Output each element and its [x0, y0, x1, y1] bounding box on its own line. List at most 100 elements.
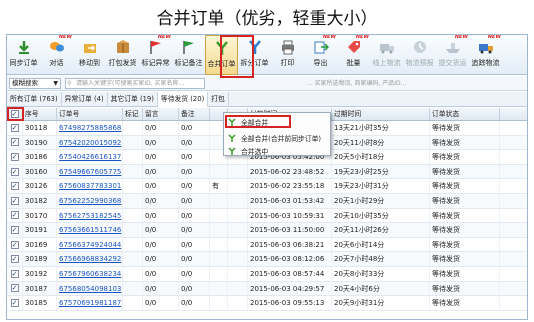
note-flag-icon: [181, 39, 197, 55]
order-number-link[interactable]: 67566968834292: [57, 252, 123, 266]
message-cell: 0/0: [143, 266, 179, 281]
table-row[interactable]: ✓ 30187 67568054098103 0/0 0/0 2015-06-03 04:…: [7, 281, 527, 297]
row-checkbox[interactable]: ✓: [10, 211, 19, 220]
toolbar-button-chat[interactable]: 对话 NEW: [40, 35, 73, 75]
order-tab[interactable]: 其它订单 (19): [108, 92, 158, 107]
table-row[interactable]: ✓ 30169 67566374924044 0/0 0/0 2015-06-03 06:…: [7, 237, 527, 253]
row-checkbox-cell: ✓: [7, 281, 23, 296]
mark-cell: [123, 179, 143, 193]
order-number-link[interactable]: 67540426616137: [57, 150, 123, 164]
paid-time-cell: 2015-06-02 23:48:52: [248, 164, 332, 179]
row-checkbox[interactable]: ✓: [10, 182, 19, 191]
order-number-link[interactable]: 67568054098103: [57, 281, 123, 296]
search-hint: ... 买家所选物流, 商家编码, 产品ID...: [307, 80, 407, 87]
search-input[interactable]: ⚲ 请输入关键字(可搜索买家ID, 买家名称...: [65, 78, 205, 89]
status-cell: 等待发货: [430, 281, 500, 296]
toolbar-button-forecast[interactable]: 物流预报: [403, 35, 436, 75]
column-header[interactable]: 标记: [123, 108, 143, 120]
order-number-link[interactable]: 67563661511746: [57, 223, 123, 237]
column-header[interactable]: 备注: [179, 108, 210, 120]
order-tab[interactable]: 异常订单 (4): [62, 92, 108, 107]
order-tab[interactable]: 所有订单 (763): [7, 92, 62, 107]
row-checkbox[interactable]: ✓: [10, 269, 19, 278]
note-cell: 0/0: [179, 237, 210, 252]
status-cell: 等待发货: [430, 121, 500, 135]
status-cell: 等待发货: [430, 266, 500, 281]
toolbar-button-move-arrow[interactable]: 移动到: [73, 35, 106, 75]
toolbar-button-package[interactable]: 打包发货: [106, 35, 139, 75]
row-checkbox[interactable]: ✓: [10, 152, 19, 161]
toolbar-button-export[interactable]: 导出 NEW: [304, 35, 337, 75]
row-checkbox[interactable]: ✓: [10, 196, 19, 205]
tracking-icon: [478, 39, 494, 55]
printer-icon: [280, 39, 296, 55]
message-cell: 0/0: [143, 296, 179, 310]
order-number-link[interactable]: 67498275885868: [57, 121, 123, 135]
ship-submit-icon: [445, 39, 461, 55]
move-arrow-icon: [82, 39, 98, 55]
table-row[interactable]: ✓ 30170 67562753182545 0/0 0/0 2015-06-03 10:…: [7, 208, 527, 224]
search-mode-select[interactable]: 模糊搜索 ▼: [9, 78, 61, 89]
row-checkbox-cell: ✓: [7, 237, 23, 252]
order-number-link[interactable]: 67542020015092: [57, 135, 123, 150]
row-checkbox[interactable]: ✓: [10, 225, 19, 234]
table-row[interactable]: ✓ 30160 67549667605775 0/0 0/0 2015-06-02 23:…: [7, 164, 527, 180]
message-cell: 0/0: [143, 281, 179, 296]
column-header[interactable]: 留言: [143, 108, 179, 120]
column-header[interactable]: 过期时间: [332, 108, 430, 120]
toolbar-button-note-flag[interactable]: 标记备注: [172, 35, 205, 75]
order-number-link[interactable]: 67549667605775: [57, 164, 123, 179]
toolbar-button-ship-submit[interactable]: 提交货运 NEW: [436, 35, 469, 75]
table-row[interactable]: ✓ 30185 67570691981187 0/0 0/0 2015-06-03 09:…: [7, 296, 527, 311]
status-cell: 等待发货: [430, 135, 500, 150]
row-checkbox[interactable]: ✓: [10, 167, 19, 176]
mark-cell: [123, 121, 143, 135]
order-number-link[interactable]: 67567960638234: [57, 266, 123, 281]
table-row[interactable]: ✓ 30189 67566968834292 0/0 0/0 2015-06-03 08:…: [7, 252, 527, 267]
order-tab[interactable]: 等待发货 (20): [157, 92, 209, 107]
row-checkbox-cell: ✓: [7, 296, 23, 310]
order-number-link[interactable]: 67562753182545: [57, 208, 123, 223]
menu-item-merge-all-sync[interactable]: 全部合并(合并前同步订单): [224, 131, 330, 144]
order-number-link[interactable]: 67566374924044: [57, 237, 123, 252]
table-row[interactable]: ✓ 30182 67562252990368 0/0 0/0 2015-06-03 01:…: [7, 193, 527, 209]
row-checkbox[interactable]: ✓: [10, 298, 19, 307]
toolbar-button-label: 标记备注: [174, 59, 203, 67]
table-row[interactable]: ✓ 30191 67563661511746 0/0 0/0 2015-06-03 11:…: [7, 223, 527, 238]
expire-time-cell: 20天5小时18分: [332, 150, 430, 164]
order-number-link[interactable]: 67560837783301: [57, 179, 123, 193]
seq-cell: 30169: [23, 237, 57, 252]
row-checkbox[interactable]: ✓: [10, 123, 19, 132]
order-number-link[interactable]: 67570691981187: [57, 296, 123, 310]
seq-cell: 30170: [23, 208, 57, 223]
row-checkbox[interactable]: ✓: [10, 255, 19, 264]
toolbar-button-download-arrow[interactable]: 同步订单: [7, 35, 40, 75]
toolbar-button-tracking[interactable]: 追踪物流 NEW: [469, 35, 502, 75]
table-row[interactable]: ✓ 30192 67567960638234 0/0 0/0 2015-06-03 08:…: [7, 266, 527, 282]
order-number-link[interactable]: 67562252990368: [57, 193, 123, 208]
toolbar-button-batch-tag[interactable]: 批量 NEW: [337, 35, 370, 75]
seq-cell: 30192: [23, 266, 57, 281]
menu-item-merge-selected[interactable]: 合并选中: [224, 144, 330, 157]
toolbar-button-label: 对话: [49, 59, 64, 67]
row-checkbox[interactable]: ✓: [10, 284, 19, 293]
flag-cell: [210, 164, 228, 179]
table-row[interactable]: ✓ 30126 67560837783301 0/0 0/0 有 2015-06-02 23…: [7, 179, 527, 194]
status-cell: 等待发货: [430, 237, 500, 252]
new-badge: NEW: [157, 34, 171, 40]
expire-time-cell: 20天11小时8分: [332, 135, 430, 150]
row-checkbox[interactable]: ✓: [10, 240, 19, 249]
row-checkbox[interactable]: ✓: [10, 138, 19, 147]
column-header[interactable]: 订单状态: [430, 108, 500, 120]
toolbar-button-warning-flag[interactable]: 标记异常 NEW: [139, 35, 172, 75]
column-header[interactable]: 订单号: [57, 108, 123, 120]
column-header[interactable]: 序号: [23, 108, 57, 120]
note-cell: 0/0: [179, 193, 210, 208]
seq-cell: 30182: [23, 193, 57, 208]
order-tab[interactable]: 打包: [208, 92, 229, 107]
toolbar-button-truck[interactable]: 线上物流: [370, 35, 403, 75]
toolbar-button-printer[interactable]: 打印: [271, 35, 304, 75]
toolbar-button-label: 物流预报: [405, 59, 434, 67]
note-cell: 0/0: [179, 296, 210, 310]
flag-cell: [210, 296, 228, 310]
